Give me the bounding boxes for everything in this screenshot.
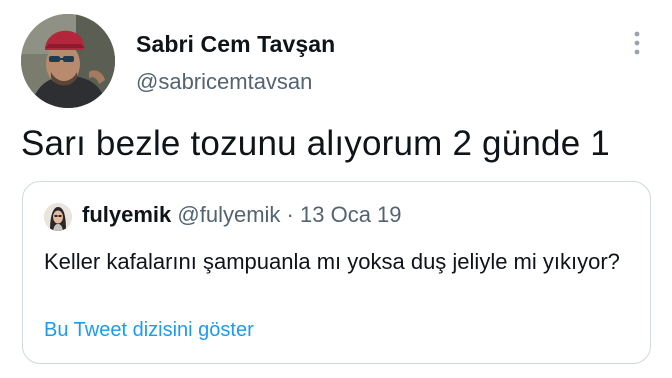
header-separator: · [286, 202, 294, 227]
tweet: Sabri Cem Tavşan @sabricemtavsan Sarı be… [0, 0, 672, 378]
quoted-tweet-date[interactable]: 13 Oca 19 [300, 202, 402, 227]
quoted-author-display-name[interactable]: fulyemik [82, 202, 171, 227]
quoted-tweet-card[interactable]: fulyemik @fulyemik · 13 Oca 19 Keller ka… [22, 181, 651, 364]
quoted-tweet-header: fulyemik @fulyemik · 13 Oca 19 [82, 202, 402, 228]
author-avatar[interactable] [21, 14, 115, 108]
quoted-author-handle[interactable]: @fulyemik [177, 202, 280, 227]
quoted-author-avatar-image [44, 203, 72, 231]
quoted-author-avatar[interactable] [44, 203, 72, 231]
author-handle[interactable]: @sabricemtavsan [136, 69, 312, 95]
author-avatar-image [21, 14, 115, 108]
more-vertical-icon[interactable] [627, 28, 647, 58]
author-display-name[interactable]: Sabri Cem Tavşan [136, 31, 335, 58]
quoted-tweet-text: Keller kafalarını şampuanla mı yoksa duş… [44, 249, 620, 274]
show-thread-link[interactable]: Bu Tweet dizisini göster [44, 319, 254, 342]
tweet-text: Sarı bezle tozunu alıyorum 2 günde 1 [21, 124, 610, 163]
